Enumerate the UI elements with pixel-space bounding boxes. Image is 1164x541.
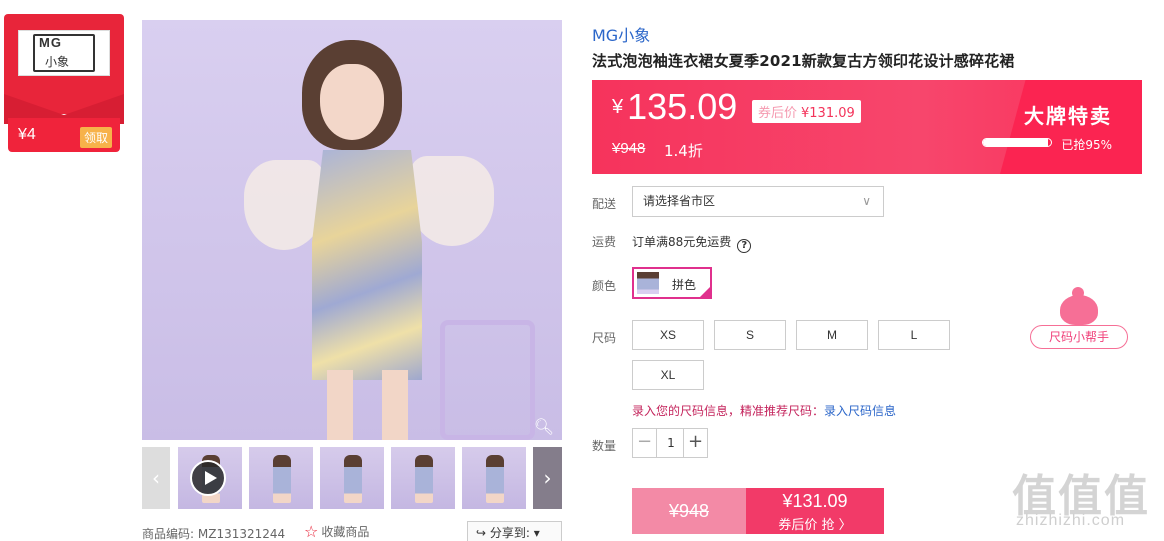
product-code: 商品编码: MZ131321244 [142, 525, 285, 541]
sold-percentage: 已抢95% [1061, 138, 1112, 152]
color-swatch [637, 272, 659, 294]
size-helper-button[interactable]: 尺码小帮手 [1030, 325, 1128, 349]
magnifier-icon[interactable]: 🔍︎ [534, 417, 554, 436]
model-leg-right [382, 370, 408, 440]
store-badge-top: MG 小象 [4, 14, 124, 114]
shipping-info: 订单满88元免运费? [632, 233, 752, 253]
size-option-l[interactable]: L [878, 320, 950, 350]
quantity-minus-button[interactable]: − [633, 429, 657, 457]
quantity-input[interactable]: 1 [657, 429, 685, 457]
coupon-price-label: 券后价 [758, 106, 798, 121]
favorite-label: 收藏商品 [321, 525, 370, 539]
thumbnail-figure [486, 455, 504, 503]
size-tip-text: 录入您的尺码信息，精准推荐尺码： [632, 404, 825, 418]
thumbnail-image[interactable] [462, 447, 526, 509]
discount-rate: 1.4折 [664, 142, 703, 160]
chevron-down-icon: ∨ [862, 194, 871, 208]
shipping-label: 运费 [592, 235, 617, 249]
promo-title: 大牌特卖 [1024, 104, 1112, 128]
favorite-button[interactable]: ☆ 收藏商品 [304, 522, 369, 541]
main-product-image[interactable]: 🔍︎ [142, 20, 562, 440]
buy-coupon-button[interactable]: ¥131.09 券后价 抢 〉 [746, 488, 884, 534]
store-badge[interactable]: MG 小象 ¥4 领取 [4, 14, 124, 152]
quantity-stepper[interactable]: − 1 + [632, 428, 708, 458]
thumbnail-image[interactable] [391, 447, 455, 509]
region-select[interactable]: 请选择省市区 ∨ [632, 186, 884, 217]
star-icon: ☆ [304, 522, 319, 541]
quantity-label: 数量 [592, 439, 617, 453]
model-dress [312, 150, 422, 380]
store-logo-text: MG [39, 35, 62, 50]
thumbnail-image[interactable] [320, 447, 384, 509]
color-option-label: 拼色 [672, 278, 697, 292]
store-coupon-claim-button[interactable]: 领取 [79, 127, 112, 148]
watermark: 值值值 zhizhizhi.com [1012, 460, 1162, 540]
delivery-label: 配送 [592, 197, 617, 211]
thumbnail-figure [415, 455, 433, 503]
buy-original-price-button[interactable]: ¥948 [632, 488, 746, 534]
thumbnail-image[interactable] [249, 447, 313, 509]
model-face [320, 64, 384, 140]
shipping-text: 订单满88元免运费 [632, 235, 732, 249]
thumbnail-figure [344, 455, 362, 503]
thumbnail-video[interactable] [178, 447, 242, 509]
play-icon[interactable] [190, 460, 226, 496]
size-option-s[interactable]: S [714, 320, 786, 350]
size-option-m[interactable]: M [796, 320, 868, 350]
size-option-xl[interactable]: XL [632, 360, 704, 390]
brand-link[interactable]: MG小象 [592, 22, 650, 46]
acrylic-chair [440, 320, 535, 440]
size-tip-link[interactable]: 录入尺码信息 [824, 404, 896, 418]
store-logo[interactable]: MG 小象 [18, 30, 110, 76]
share-label: 分享到: [489, 526, 530, 540]
quantity-plus-button[interactable]: + [683, 429, 707, 457]
buy-coupon-label: 券后价 抢 〉 [778, 518, 852, 533]
size-label: 尺码 [592, 331, 617, 345]
coupon-price-value: ¥131.09 [801, 106, 855, 121]
currency-symbol: ¥ [612, 96, 624, 118]
store-logo-subtext: 小象 [45, 55, 70, 69]
size-tip: 录入您的尺码信息，精准推荐尺码：录入尺码信息 [632, 402, 896, 419]
question-icon[interactable]: ? [737, 239, 752, 253]
mascot-icon [1060, 287, 1098, 325]
size-helper[interactable]: 尺码小帮手 [1030, 287, 1128, 351]
color-label: 颜色 [592, 279, 617, 293]
check-icon [698, 285, 712, 299]
size-option-xs[interactable]: XS [632, 320, 704, 350]
share-icon: ↪ [476, 526, 487, 540]
product-code-value: MZ131321244 [197, 527, 286, 541]
current-price: ¥135.09 [612, 86, 737, 128]
region-select-value: 请选择省市区 [643, 194, 716, 208]
current-price-value: 135.09 [627, 86, 738, 127]
thumbnail-figure [273, 455, 291, 503]
color-option[interactable]: 拼色 [632, 267, 712, 299]
chevron-down-icon: ▾ [533, 526, 540, 540]
model-sleeve-right [410, 156, 494, 246]
store-coupon-amount: ¥4 [18, 126, 36, 143]
price-banner: ¥135.09 券后价 ¥131.09 ¥948 1.4折 大牌特卖 已抢95% [592, 80, 1142, 174]
product-title: 法式泡泡袖连衣裙女夏季2021新款复古方领印花设计感碎花裙 [592, 52, 1015, 70]
product-code-label: 商品编码: [142, 527, 195, 541]
chevron-left-icon[interactable]: ‹ [142, 447, 170, 509]
sold-progress-fill [983, 139, 1048, 146]
store-coupon[interactable]: ¥4 领取 [8, 118, 120, 152]
model-sleeve-left [244, 160, 324, 250]
sold-progress-bar [982, 138, 1052, 147]
watermark-url: zhizhizhi.com [1016, 512, 1126, 529]
share-button[interactable]: ↪ 分享到: ▾ [467, 521, 562, 541]
original-price: ¥948 [612, 140, 646, 157]
buy-coupon-price: ¥131.09 [782, 491, 848, 511]
chevron-right-icon[interactable]: › [533, 447, 562, 509]
model-leg-left [327, 370, 353, 440]
coupon-price-tag: 券后价 ¥131.09 [752, 100, 861, 123]
